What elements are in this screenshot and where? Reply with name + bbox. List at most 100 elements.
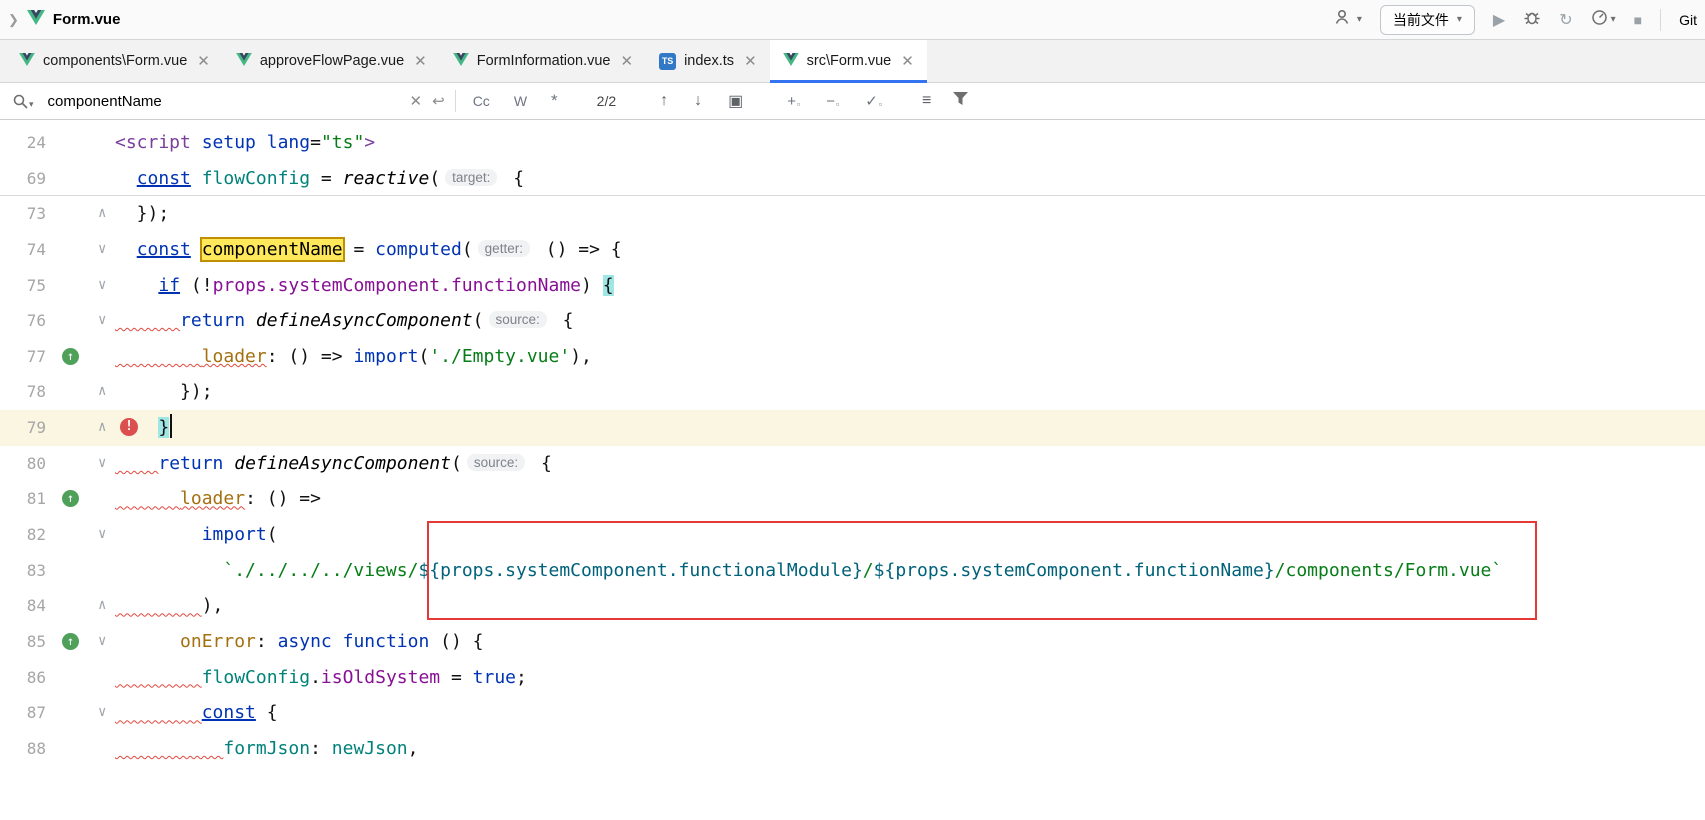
fold-collapse-icon[interactable]: ∧ [98, 374, 106, 410]
code-token[interactable]: loader [202, 346, 267, 367]
code-token[interactable] [332, 631, 343, 652]
code-token[interactable] [115, 346, 202, 367]
code-text[interactable]: <script setup lang="ts"> [115, 125, 1705, 161]
code-token[interactable]: /components/Form.vue` [1275, 560, 1503, 581]
code-token[interactable]: ), [570, 346, 592, 367]
code-token[interactable]: if [158, 275, 180, 296]
code-token[interactable] [245, 310, 256, 331]
close-tab-icon[interactable]: ✕ [414, 52, 427, 70]
code-text[interactable]: ), [115, 588, 1705, 624]
code-token[interactable]: (! [180, 275, 213, 296]
code-token[interactable]: ( [473, 310, 484, 331]
code-line[interactable]: 80 ∨ return defineAsyncComponent(source: … [0, 446, 1705, 482]
line-number[interactable]: 79 [0, 410, 46, 446]
run-configuration-select[interactable]: 当前文件 ▾ [1380, 5, 1475, 35]
code-token[interactable]: async [278, 631, 332, 652]
fold-expand-icon[interactable]: ∨ [98, 695, 106, 731]
code-token[interactable]: = [343, 239, 376, 260]
remove-occurrence-icon[interactable]: −▫ [818, 93, 847, 110]
search-icon[interactable]: ▾ [12, 93, 34, 110]
line-number[interactable]: 77 [0, 339, 46, 375]
code-token[interactable]: }); [115, 203, 169, 224]
text-caret[interactable] [170, 414, 172, 438]
code-token[interactable]: { [603, 275, 614, 296]
fold-expand-icon[interactable]: ∨ [98, 446, 106, 482]
code-line[interactable]: 87∨ const { [0, 695, 1705, 731]
code-token[interactable] [191, 168, 202, 189]
code-line[interactable]: 78 ∧ }); [0, 374, 1705, 410]
code-token[interactable]: const [202, 702, 256, 723]
line-number[interactable]: 88 [0, 731, 46, 767]
code-token[interactable]: props.systemComponent.functionalModule [440, 560, 852, 581]
run-button[interactable]: ▶ [1493, 10, 1505, 30]
fold-collapse-icon[interactable]: ∧ [98, 588, 106, 624]
code-token[interactable]: ( [267, 524, 278, 545]
fold-expand-icon[interactable]: ∨ [98, 624, 106, 660]
line-number[interactable]: 74 [0, 232, 46, 268]
code-token[interactable] [115, 310, 180, 331]
code-token[interactable]: () => { [535, 239, 622, 260]
code-token[interactable] [256, 132, 267, 153]
code-line[interactable]: 79!∧ } [0, 410, 1705, 446]
code-text[interactable]: const flowConfig = reactive(target: { [115, 161, 1705, 197]
code-line[interactable]: 83 `./../../../views/${props.systemCompo… [0, 553, 1705, 589]
code-text[interactable]: flowConfig.isOldSystem = true; [115, 660, 1705, 696]
line-number[interactable]: 80 [0, 446, 46, 482]
code-text[interactable]: } [115, 410, 1705, 446]
code-token[interactable]: } [852, 560, 863, 581]
whole-words-toggle[interactable]: W [507, 91, 534, 111]
inlay-hint[interactable]: source: [489, 311, 547, 328]
line-number[interactable]: 78 [0, 374, 46, 410]
search-input[interactable]: componentName [48, 93, 400, 110]
filter-icon[interactable] [953, 92, 968, 110]
line-number[interactable]: 81 [0, 481, 46, 517]
inlay-hint[interactable]: getter: [478, 240, 530, 257]
code-token[interactable]: reactive [343, 168, 430, 189]
code-text[interactable]: return defineAsyncComponent(source: { [115, 446, 1705, 482]
code-token[interactable]: setup [202, 132, 256, 153]
code-line[interactable]: 86 flowConfig.isOldSystem = true; [0, 660, 1705, 696]
code-token[interactable]: flowConfig [202, 667, 310, 688]
git-menu[interactable]: Git [1679, 12, 1697, 28]
tab-2[interactable]: approveFlowPage.vue✕ [223, 40, 440, 82]
code-line[interactable]: 85↑∨ onError: async function () { [0, 624, 1705, 660]
code-token[interactable]: ; [516, 667, 527, 688]
code-text[interactable]: return defineAsyncComponent(source: { [115, 303, 1705, 339]
code-token[interactable]: onError [180, 631, 256, 652]
code-token[interactable] [115, 595, 202, 616]
code-line[interactable]: 74∨ const componentName = computed(gette… [0, 232, 1705, 268]
code-token[interactable] [115, 667, 202, 688]
line-number[interactable]: 69 [0, 161, 46, 197]
code-token[interactable] [115, 239, 137, 260]
fold-expand-icon[interactable]: ∨ [98, 517, 106, 553]
tab-3[interactable]: FormInformation.vue✕ [440, 40, 646, 82]
code-token[interactable] [115, 417, 158, 438]
code-token[interactable] [115, 488, 180, 509]
code-token[interactable]: { [530, 453, 552, 474]
inlay-hint[interactable]: source: [467, 454, 525, 471]
code-token[interactable]: ( [462, 239, 473, 260]
code-text[interactable]: }); [115, 374, 1705, 410]
line-number[interactable]: 76 [0, 303, 46, 339]
code-token[interactable]: () { [429, 631, 483, 652]
code-token[interactable]: lang [267, 132, 310, 153]
code-token[interactable]: { [552, 310, 574, 331]
code-token[interactable]: "ts" [321, 132, 364, 153]
code-token[interactable]: { [502, 168, 524, 189]
close-tab-icon[interactable]: ✕ [901, 52, 914, 70]
code-line[interactable]: 84∧ ), [0, 588, 1705, 624]
code-line[interactable]: 76∨ return defineAsyncComponent(source: … [0, 303, 1705, 339]
code-token[interactable]: = [310, 168, 343, 189]
code-token[interactable]: const [137, 168, 191, 189]
code-token[interactable]: > [364, 132, 375, 153]
tab-1[interactable]: components\Form.vue✕ [6, 40, 223, 82]
code-token[interactable]: loader [180, 488, 245, 509]
select-all-occurrences-icon[interactable]: ✓▫ [857, 92, 890, 110]
fold-expand-icon[interactable]: ∨ [98, 232, 106, 268]
code-token[interactable]: <script [115, 132, 191, 153]
regex-toggle[interactable]: * [544, 89, 565, 113]
code-token[interactable]: = [440, 667, 473, 688]
code-token[interactable] [115, 275, 158, 296]
add-occurrence-icon[interactable]: +▫ [779, 93, 808, 110]
gutter-arrow-icon[interactable]: ↑ [62, 633, 79, 650]
